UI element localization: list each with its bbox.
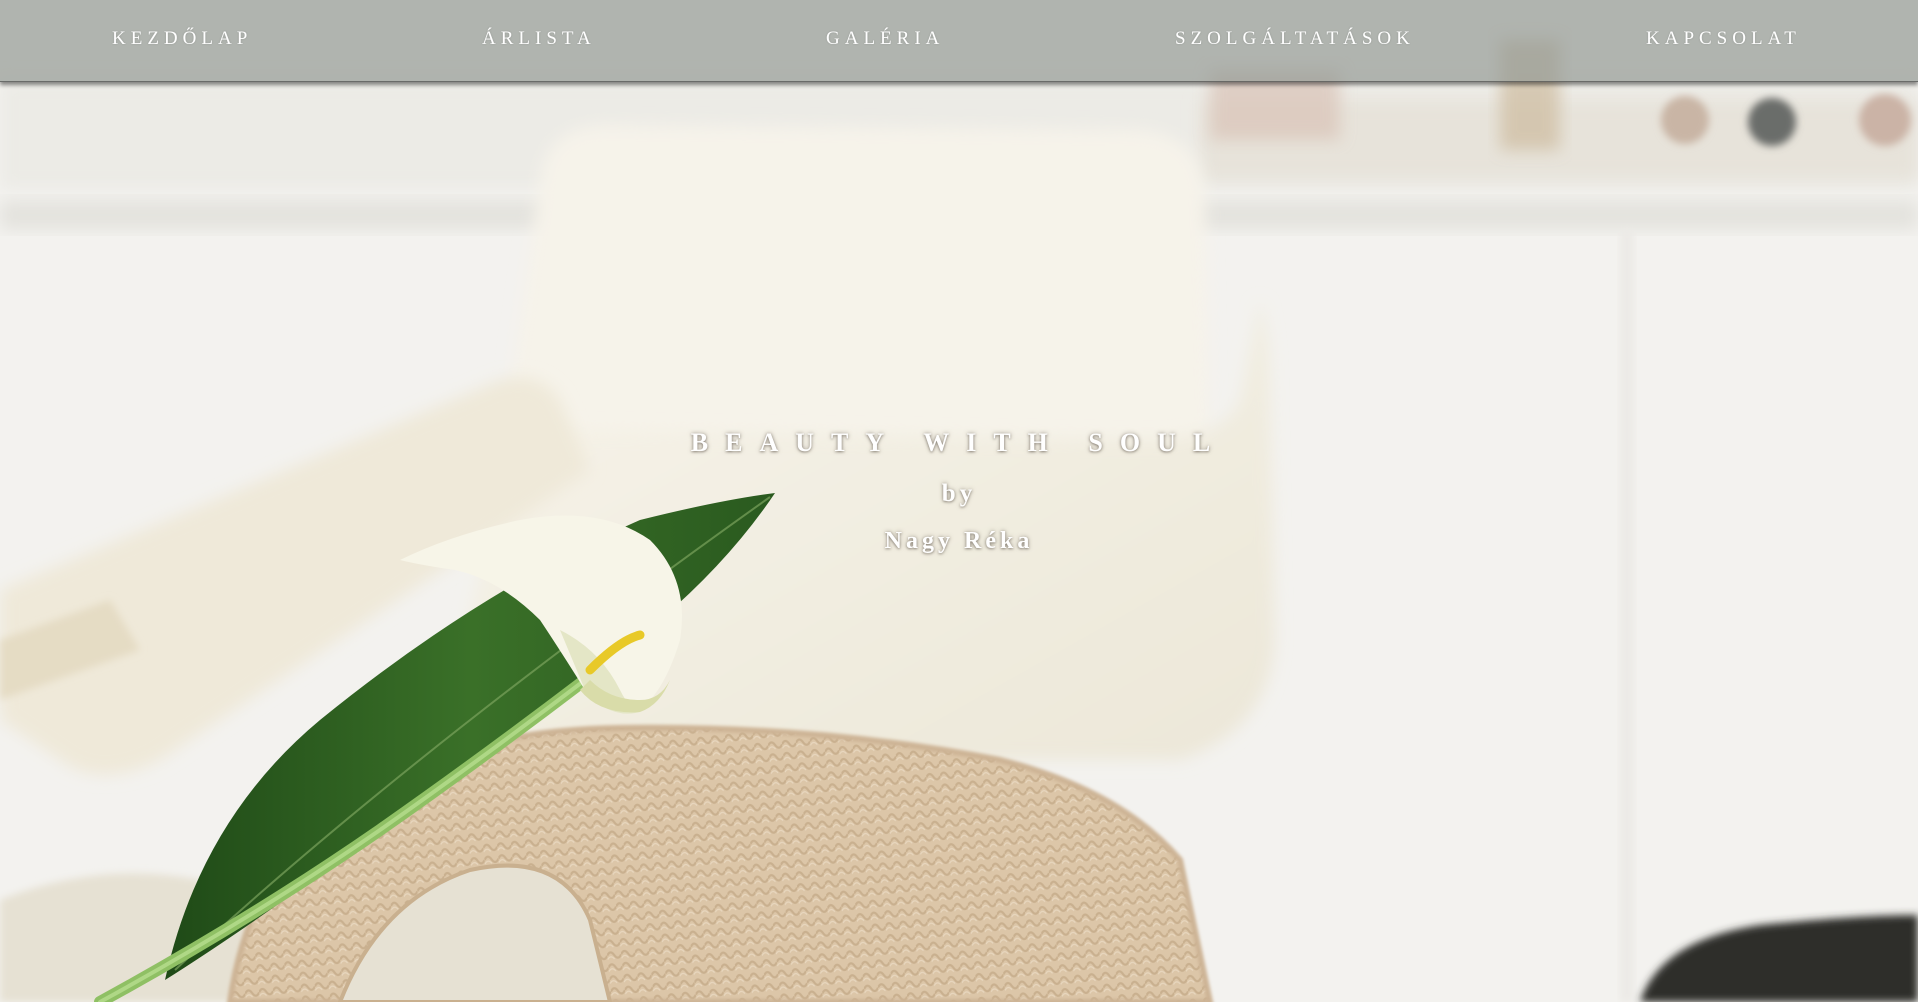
nav-link-price-list[interactable]: ÁRLISTA <box>482 28 596 50</box>
hero-by-text: by <box>941 480 977 507</box>
hero-owner-name: Nagy Réka <box>884 528 1034 554</box>
nav-link-services[interactable]: SZOLGÁLTATÁSOK <box>1175 28 1415 50</box>
nav-link-contact[interactable]: KAPCSOLAT <box>1646 28 1801 50</box>
top-navigation-bar: KEZDŐLAP ÁRLISTA GALÉRIA SZOLGÁLTATÁSOK … <box>0 0 1918 82</box>
nav-link-home[interactable]: KEZDŐLAP <box>112 28 252 50</box>
hero-section: KEZDŐLAP ÁRLISTA GALÉRIA SZOLGÁLTATÁSOK … <box>0 0 1918 1002</box>
nav-link-gallery[interactable]: GALÉRIA <box>826 28 944 50</box>
hero-tagline: BEAUTY WITH SOUL <box>690 428 1228 457</box>
